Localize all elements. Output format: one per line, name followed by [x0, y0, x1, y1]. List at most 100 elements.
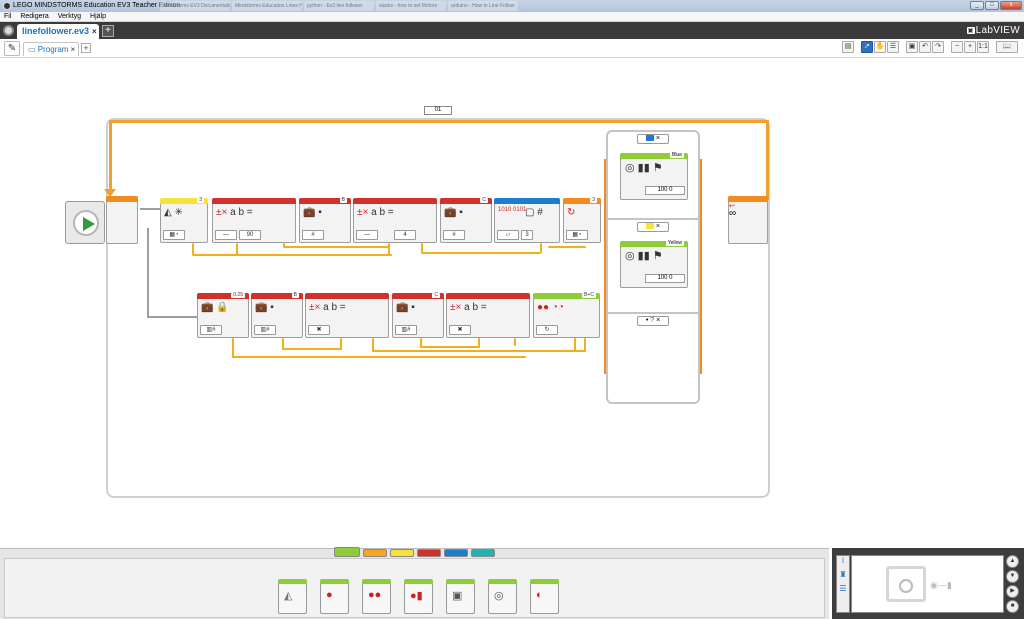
- input-a-field[interactable]: 90: [239, 230, 261, 240]
- variable-block-r2-2[interactable]: B 💼 ▪ ▥#: [251, 293, 303, 338]
- select-icon[interactable]: ➚: [861, 41, 873, 53]
- variable-name-label[interactable]: 0,25: [231, 293, 245, 298]
- mode-selector[interactable]: ✖: [308, 325, 330, 335]
- case-remove-icon[interactable]: ×: [656, 223, 660, 230]
- math-block-2[interactable]: ±× a b = — 4: [353, 198, 437, 243]
- start-block[interactable]: [65, 201, 105, 244]
- variable-name-label[interactable]: B: [291, 293, 299, 298]
- mode-selector[interactable]: ▥#: [254, 325, 276, 335]
- download-run-icon[interactable]: ▼: [1006, 570, 1019, 583]
- variable-name-label[interactable]: C: [480, 198, 488, 203]
- project-properties-icon[interactable]: [3, 25, 14, 36]
- palette-display[interactable]: ▣: [446, 579, 475, 614]
- wrench-icon[interactable]: ✎: [4, 41, 20, 56]
- palette-tab-advanced[interactable]: [444, 549, 468, 557]
- menu-item-hjalp[interactable]: Hjälp: [90, 13, 106, 20]
- ghost-tab[interactable]: python - Ev3 line follower: [304, 1, 374, 11]
- palette-tab-sensor[interactable]: [390, 549, 414, 557]
- palette-medium-motor[interactable]: ◭: [278, 579, 307, 614]
- palette-tab-flow[interactable]: [363, 549, 387, 557]
- color-sensor-block-2[interactable]: 3 ↻ ▦◔: [563, 198, 601, 243]
- variable-block-r2-1[interactable]: 0,25 💼 🔒 ▥#: [197, 293, 249, 338]
- pan-icon[interactable]: ✋: [874, 41, 886, 53]
- input-field[interactable]: 3: [521, 230, 533, 240]
- ghost-tab[interactable]: arduino - How to Line Follow: [448, 1, 518, 11]
- palette-tab-data[interactable]: [417, 549, 441, 557]
- variable-block-b[interactable]: B 💼 ▪ #: [299, 198, 351, 243]
- math-block-1[interactable]: ±× a b = — 90: [212, 198, 296, 243]
- case-remove-icon[interactable]: ×: [656, 317, 660, 324]
- mode-selector[interactable]: ▦◔: [566, 230, 588, 240]
- undo-icon[interactable]: ↶: [919, 41, 931, 53]
- program-close-icon[interactable]: ×: [70, 45, 75, 54]
- stop-icon[interactable]: ■: [1006, 600, 1019, 613]
- content-editor-icon[interactable]: ▤: [842, 41, 854, 53]
- port-view-tab[interactable]: ♜: [837, 570, 849, 584]
- loop-start-block[interactable]: [106, 196, 138, 244]
- palette-move-tank[interactable]: ●▮: [404, 579, 433, 614]
- variable-name-label[interactable]: B: [339, 198, 347, 203]
- comment-icon[interactable]: ☰: [887, 41, 899, 53]
- loop-number-label[interactable]: 01: [424, 106, 452, 115]
- content-book-icon[interactable]: 📖: [996, 41, 1018, 53]
- mode-selector[interactable]: ▦◔: [163, 230, 185, 240]
- palette-brick-status-light[interactable]: ◐: [530, 579, 559, 614]
- ghost-tab[interactable]: stacks - how to set Motors: [376, 1, 446, 11]
- math-block-3[interactable]: ±× a b = ✖: [305, 293, 389, 338]
- brick-info-tab[interactable]: i: [837, 556, 849, 570]
- minimize-button[interactable]: _: [970, 1, 984, 10]
- case-tag[interactable]: • ? ×: [637, 316, 669, 326]
- ghost-tab[interactable]: Mindstorms EV3 Documentation: [160, 1, 230, 11]
- loop-end-block[interactable]: ↩ ∞: [728, 196, 768, 244]
- variable-block-r2-3[interactable]: C 💼 ▪ ▥#: [392, 293, 444, 338]
- palette-sound[interactable]: ◎: [488, 579, 517, 614]
- project-tab[interactable]: linefollower.ev3 ×: [17, 24, 99, 39]
- loop-mode-selector[interactable]: ∞: [729, 209, 767, 219]
- mode-selector[interactable]: —: [215, 230, 237, 240]
- move-block-yellow[interactable]: Yellow ◎ ▮▮ ⚑ 100 0: [620, 241, 688, 288]
- palette-tab-myblocks[interactable]: [471, 549, 495, 557]
- ghost-tab[interactable]: Mindstorms Education Lines Hos: [232, 1, 302, 11]
- port-label[interactable]: B+C: [582, 293, 596, 298]
- motor-values[interactable]: 100 0: [645, 274, 685, 283]
- mode-selector[interactable]: ▥#: [395, 325, 417, 335]
- move-block-blue[interactable]: Blue ◎ ▮▮ ⚑ 100 0: [620, 153, 688, 200]
- zoom-reset-button[interactable]: 1:1: [977, 41, 989, 53]
- download-icon[interactable]: ▲: [1006, 555, 1019, 568]
- palette-move-steering[interactable]: ●●: [362, 579, 391, 614]
- run-selected-icon[interactable]: ▶: [1006, 585, 1019, 598]
- case-remove-icon[interactable]: ×: [656, 135, 660, 142]
- color-sensor-block-1[interactable]: 3 ◭ ✳ ▦◔: [160, 198, 208, 243]
- zoom-in-icon[interactable]: +: [964, 41, 976, 53]
- mode-selector[interactable]: ▱: [497, 230, 519, 240]
- text-block[interactable]: 1010 0101 ▢ # ▱ 3: [494, 198, 560, 243]
- mode-selector[interactable]: ✖: [449, 325, 471, 335]
- variable-name-label[interactable]: C: [432, 293, 440, 298]
- switch-block[interactable]: × Blue ◎ ▮▮ ⚑ 100 0 × Yellow ◎ ▮▮ ⚑ 100 …: [606, 130, 700, 404]
- menu-item-fil[interactable]: Fil: [4, 13, 11, 20]
- move-tank-block[interactable]: B+C ●● ◔◔ ↻: [533, 293, 600, 338]
- program-canvas[interactable]: 01 3 ◭ ✳ ▦◔ ±× a b = — 90 B 💼 ▪ # ±× a b…: [0, 58, 1024, 548]
- project-close-icon[interactable]: ×: [92, 27, 97, 36]
- menu-item-redigera[interactable]: Redigera: [20, 13, 48, 20]
- play-icon[interactable]: [73, 210, 99, 236]
- program-tab[interactable]: ▭ Program ×: [23, 42, 79, 56]
- mode-selector[interactable]: —: [356, 230, 378, 240]
- menu-item-verktyg[interactable]: Verktyg: [58, 13, 81, 20]
- mode-selector[interactable]: #: [443, 230, 465, 240]
- port-label[interactable]: 3: [590, 198, 597, 203]
- mode-selector[interactable]: ↻: [536, 325, 558, 335]
- input-b-field[interactable]: 4: [394, 230, 416, 240]
- zoom-out-icon[interactable]: −: [951, 41, 963, 53]
- close-button[interactable]: x: [1000, 1, 1022, 10]
- palette-tab-action[interactable]: [334, 547, 360, 557]
- port-label[interactable]: 3: [197, 198, 204, 203]
- palette-large-motor[interactable]: ●: [320, 579, 349, 614]
- redo-icon[interactable]: ↷: [932, 41, 944, 53]
- variable-block-c[interactable]: C 💼 ▪ #: [440, 198, 492, 243]
- case-tag[interactable]: ×: [637, 134, 669, 144]
- mode-selector[interactable]: ▥#: [200, 325, 222, 335]
- add-program-button[interactable]: +: [81, 43, 91, 53]
- math-block-4[interactable]: ±× a b = ✖: [446, 293, 530, 338]
- case-tag[interactable]: ×: [637, 222, 669, 232]
